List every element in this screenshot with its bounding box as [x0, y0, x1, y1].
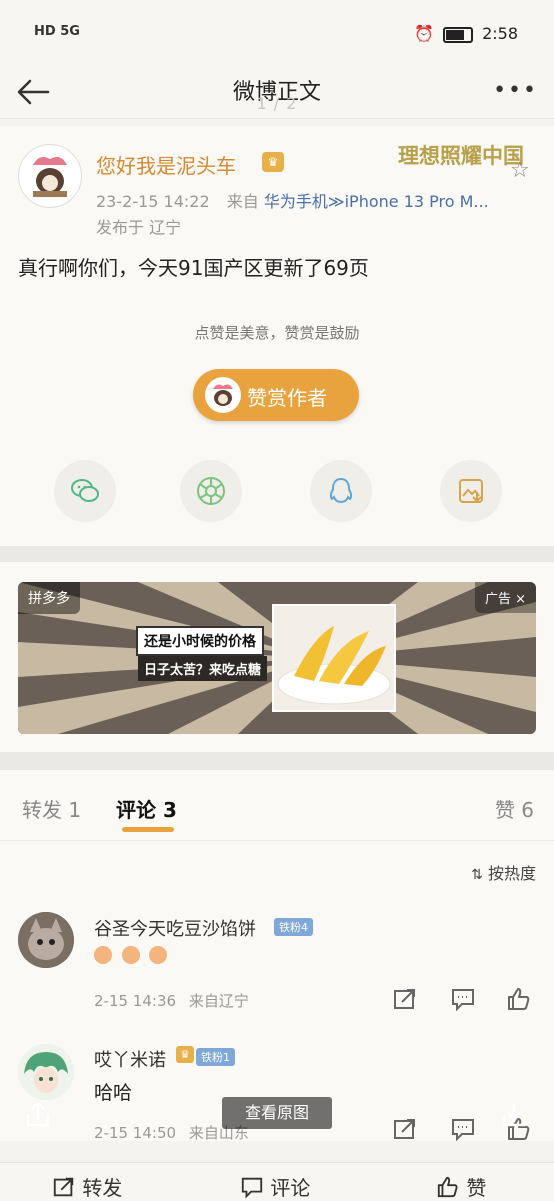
status-right: ⏰ 2:58	[414, 24, 518, 43]
comment-text: 哈哈	[94, 1082, 133, 1104]
bottom-like-label: 赞	[466, 1176, 487, 1200]
repost-comment-icon[interactable]	[392, 1116, 418, 1142]
post-source-prefix: 来自	[226, 192, 259, 211]
post-source[interactable]: 华为手机≫iPhone 13 Pro M...	[264, 192, 489, 211]
repost-icon	[53, 1177, 74, 1197]
avatar-image	[20, 146, 80, 206]
share-icon[interactable]	[24, 1100, 52, 1128]
view-original-button[interactable]: 查看原图	[222, 1097, 332, 1129]
like-icon[interactable]	[506, 986, 532, 1012]
moments-icon	[197, 477, 225, 505]
status-time: 2:58	[482, 24, 518, 43]
ad-product-image	[272, 604, 396, 712]
comment-meta: 2-15 14:36 来自辽宁	[94, 990, 249, 1011]
bottom-repost-label: 转发	[82, 1176, 123, 1200]
fan-badge: 铁粉4	[274, 918, 313, 936]
more-button[interactable]: •••	[493, 78, 538, 103]
comment-emoji	[94, 946, 168, 969]
share-qq-button[interactable]	[310, 460, 372, 522]
ad-subheadline: 日子太苦？来吃点糖	[138, 656, 268, 681]
ad-banner[interactable]: 还是小时候的价格 日子太苦？来吃点糖 拼多多 广告 ×	[18, 582, 536, 734]
bottom-like-button[interactable]: 赞	[436, 1172, 486, 1201]
tab-comment[interactable]: 评论 3	[116, 794, 177, 823]
repost-comment-icon[interactable]	[392, 986, 418, 1012]
comment-avatar[interactable]	[18, 912, 74, 968]
comment-source: 来自辽宁	[188, 992, 249, 1010]
comment-username[interactable]: 谷圣今天吃豆沙馅饼	[94, 915, 256, 941]
bottom-comment-button[interactable]: 评论	[240, 1172, 310, 1201]
bottom-comment-label: 评论	[270, 1176, 311, 1200]
status-bar: HD 5G ⏰ 2:58	[0, 0, 554, 66]
reply-icon[interactable]	[450, 1116, 476, 1142]
watermark-text: 理想照耀中国	[398, 143, 524, 168]
network-indicator: HD 5G	[34, 24, 80, 39]
download-icon[interactable]	[500, 1100, 528, 1128]
ad-brand-tag: 拼多多	[18, 582, 80, 614]
sort-icon: ⇅	[471, 867, 483, 883]
laugh-emoji-icon	[121, 946, 140, 964]
post-text: 真行啊你们，今天91国产区更新了69页	[18, 256, 369, 280]
battery-icon	[442, 26, 473, 43]
comment-icon	[241, 1177, 263, 1199]
reward-avatar	[205, 377, 241, 413]
thumbs-up-icon	[437, 1176, 458, 1198]
sort-button[interactable]: ⇅ 按热度	[471, 860, 536, 884]
fan-badge: 铁粉1	[196, 1048, 235, 1066]
reward-author-button[interactable]: 赞赏作者	[193, 369, 359, 421]
interaction-tabs	[0, 770, 554, 841]
section-divider-2	[0, 752, 554, 770]
reward-note: 点赞是美意，赞赏是鼓励	[194, 324, 360, 342]
active-tab-indicator	[122, 827, 174, 832]
share-wechat-button[interactable]	[54, 460, 116, 522]
ad-headline: 还是小时候的价格	[136, 626, 264, 656]
comment-time: 2-15 14:50	[94, 1124, 177, 1142]
post-location: 发布于 辽宁	[96, 218, 182, 237]
ad-close-label[interactable]: 广告 ×	[474, 582, 536, 613]
laugh-emoji-icon	[94, 946, 112, 964]
vip-crown-icon: ♛	[262, 152, 284, 172]
comment-username[interactable]: 哎丫米诺	[94, 1046, 166, 1072]
comment-time: 2-15 14:36	[94, 992, 177, 1010]
nav-bar: 微博正文 1 / 2 •••	[0, 66, 554, 119]
section-divider	[0, 546, 554, 562]
post-username[interactable]: 您好我是泥头车	[96, 150, 236, 179]
wechat-icon	[71, 479, 99, 502]
reward-button-label: 赞赏作者	[247, 386, 327, 410]
share-moments-button[interactable]	[180, 460, 242, 522]
save-image-button[interactable]	[440, 460, 502, 522]
save-image-icon	[459, 479, 483, 503]
laugh-emoji-icon	[149, 946, 168, 964]
tab-repost[interactable]: 转发 1	[22, 794, 81, 823]
favorite-star-icon[interactable]: ☆	[510, 158, 530, 183]
bottom-repost-button[interactable]: 转发	[52, 1172, 122, 1201]
comment-avatar[interactable]	[18, 1044, 74, 1100]
tab-like[interactable]: 赞 6	[495, 794, 534, 823]
sort-label: 按热度	[487, 864, 536, 883]
reply-icon[interactable]	[450, 986, 476, 1012]
vip-crown-icon: ♛	[176, 1046, 194, 1063]
post-meta: 23-2-15 14:22 来自 华为手机≫iPhone 13 Pro M...	[96, 188, 516, 212]
post-time: 23-2-15 14:22	[96, 192, 210, 211]
qq-icon	[329, 477, 353, 504]
avatar[interactable]	[18, 144, 82, 208]
page-indicator: 1 / 2	[256, 94, 298, 113]
alarm-icon: ⏰	[413, 24, 434, 43]
